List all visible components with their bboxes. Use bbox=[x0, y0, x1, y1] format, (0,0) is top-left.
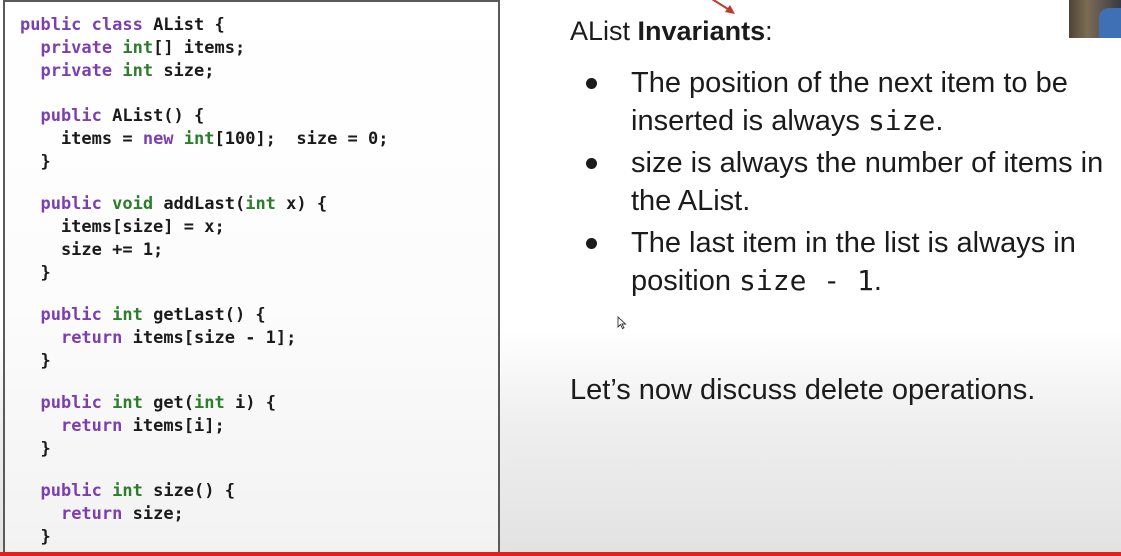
lecture-slide: public class AList { private int[] items… bbox=[0, 0, 1121, 556]
code-line: return size; bbox=[20, 503, 389, 526]
bullet-text: size is always the number of items in th… bbox=[631, 147, 1104, 217]
code-line: public int get(int i) { bbox=[20, 392, 389, 415]
code-line: return items[i]; bbox=[20, 415, 389, 438]
code-keyword: private bbox=[20, 38, 123, 58]
code-text: size; bbox=[153, 61, 215, 81]
code-text: items = bbox=[20, 129, 143, 149]
code-line: items[size] = x; bbox=[20, 216, 389, 239]
code-panel: public class AList { private int[] items… bbox=[3, 0, 500, 556]
code-text: AList { bbox=[153, 15, 225, 35]
code-line: } bbox=[20, 262, 389, 285]
code-line: } bbox=[20, 151, 389, 174]
invariant-bullet: The position of the next item to be inse… bbox=[570, 64, 1121, 140]
invariant-bullet: The last item in the list is always in p… bbox=[570, 224, 1121, 300]
invariant-bullet: size is always the number of items in th… bbox=[570, 144, 1121, 220]
mouse-pointer-icon bbox=[617, 316, 627, 330]
code-text: } bbox=[20, 152, 51, 172]
code-keyword: new bbox=[142, 129, 184, 149]
code-text: [] items; bbox=[153, 38, 246, 58]
bullet-dot-icon bbox=[586, 78, 597, 89]
heading-bold: Invariants bbox=[637, 16, 766, 46]
code-text: items[size - 1]; bbox=[122, 328, 297, 348]
code-text: [100]; size = 0; bbox=[214, 129, 389, 149]
bullet-dot-icon bbox=[586, 158, 597, 169]
code-line: public int size() { bbox=[20, 480, 389, 503]
code-keyword: private bbox=[20, 61, 123, 81]
code-text: get( bbox=[142, 393, 195, 413]
code-keyword: public bbox=[20, 106, 113, 126]
code-type: int bbox=[122, 38, 154, 58]
code-line: size += 1; bbox=[20, 239, 389, 262]
code-keyword: public bbox=[20, 194, 113, 214]
code-line: public AList() { bbox=[20, 105, 389, 128]
code-type: int bbox=[112, 481, 143, 501]
code-keyword: public class bbox=[20, 15, 154, 35]
code-keyword: return bbox=[60, 504, 123, 524]
code-line: return items[size - 1]; bbox=[20, 327, 389, 350]
presenter-figure bbox=[1099, 8, 1121, 38]
code-line: items = new int[100]; size = 0; bbox=[20, 128, 389, 151]
bullet-text: The position of the next item to be inse… bbox=[631, 67, 1068, 137]
code-text: size() { bbox=[142, 481, 235, 501]
code-keyword: public bbox=[20, 393, 113, 413]
bullet-dot-icon bbox=[586, 238, 597, 249]
bullet-text: . bbox=[935, 105, 944, 137]
code-text: } bbox=[20, 439, 51, 459]
discuss-text: Let’s now discuss delete operations. bbox=[570, 374, 1036, 406]
code-text: getLast() { bbox=[142, 305, 266, 325]
code-text: items[i]; bbox=[122, 416, 225, 436]
code-type: int bbox=[112, 305, 143, 325]
code-block: public class AList { private int[] items… bbox=[20, 14, 389, 549]
inline-code: size bbox=[867, 104, 936, 137]
code-text: items[size] = x; bbox=[20, 217, 225, 237]
invariants-list: The position of the next item to be inse… bbox=[570, 64, 1121, 304]
code-keyword: return bbox=[60, 416, 123, 436]
red-recording-bar bbox=[0, 552, 1121, 556]
code-type: void bbox=[112, 194, 154, 214]
code-type: int bbox=[122, 61, 154, 81]
code-line: public void addLast(int x) { bbox=[20, 193, 389, 216]
heading-prefix: AList bbox=[570, 16, 638, 46]
bullet-text: . bbox=[873, 265, 882, 297]
code-text: x) { bbox=[275, 194, 328, 214]
code-text: } bbox=[20, 351, 51, 371]
code-text: } bbox=[20, 527, 51, 547]
code-line: } bbox=[20, 526, 389, 549]
inline-code: size - 1 bbox=[739, 264, 874, 297]
code-line: } bbox=[20, 438, 389, 461]
code-text: addLast( bbox=[153, 194, 246, 214]
heading-suffix: : bbox=[765, 16, 773, 46]
code-text: size; bbox=[122, 504, 184, 524]
code-line: public int getLast() { bbox=[20, 304, 389, 327]
code-keyword: public bbox=[20, 305, 113, 325]
code-type: int bbox=[194, 393, 225, 413]
code-line: private int size; bbox=[20, 60, 389, 83]
slide-heading: AList Invariants: bbox=[570, 16, 773, 47]
code-keyword: public bbox=[20, 481, 113, 501]
code-type: int bbox=[112, 393, 143, 413]
code-text: AList() { bbox=[112, 106, 205, 126]
code-type: int bbox=[245, 194, 276, 214]
code-line: } bbox=[20, 350, 389, 373]
code-text: } bbox=[20, 263, 51, 283]
code-line: private int[] items; bbox=[20, 37, 389, 60]
code-line: public class AList { bbox=[20, 14, 389, 37]
code-type: int bbox=[183, 129, 215, 149]
code-keyword: return bbox=[60, 328, 123, 348]
code-text: i) { bbox=[224, 393, 276, 413]
code-text: size += 1; bbox=[20, 240, 164, 260]
presenter-webcam-thumbnail bbox=[1069, 0, 1121, 38]
